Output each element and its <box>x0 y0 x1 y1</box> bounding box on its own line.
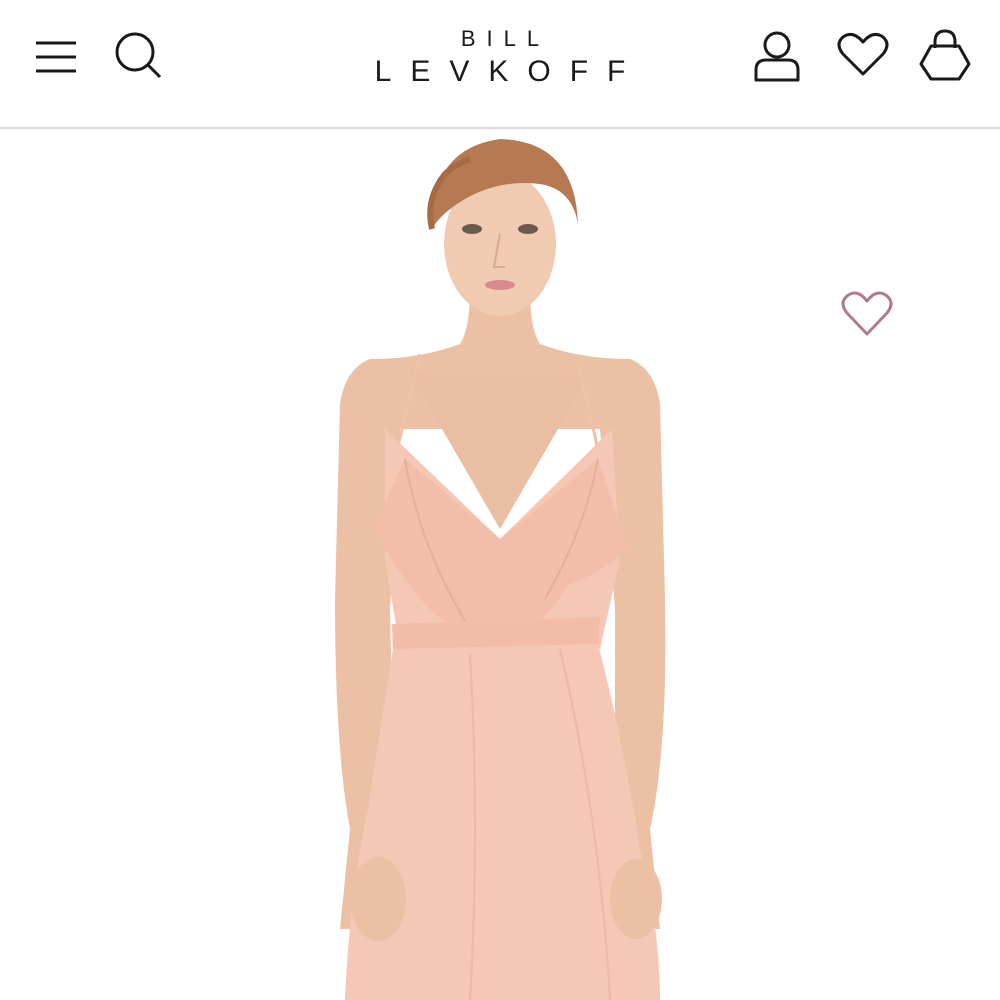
site-header: BILL LEVKOFF <box>0 0 1000 129</box>
menu-icon[interactable] <box>33 38 79 74</box>
brand-logo[interactable]: BILL LEVKOFF <box>330 26 670 92</box>
account-icon[interactable] <box>752 30 802 82</box>
logo-top-text: BILL <box>460 26 551 51</box>
product-image-area[interactable] <box>0 129 1000 1000</box>
product-photo <box>335 139 666 1000</box>
search-icon[interactable] <box>112 30 164 82</box>
heart-icon[interactable] <box>837 32 889 78</box>
logo-main-text: LEVKOFF <box>374 55 645 88</box>
shopping-bag-icon[interactable] <box>917 28 973 84</box>
favorite-heart-icon[interactable] <box>840 289 894 344</box>
